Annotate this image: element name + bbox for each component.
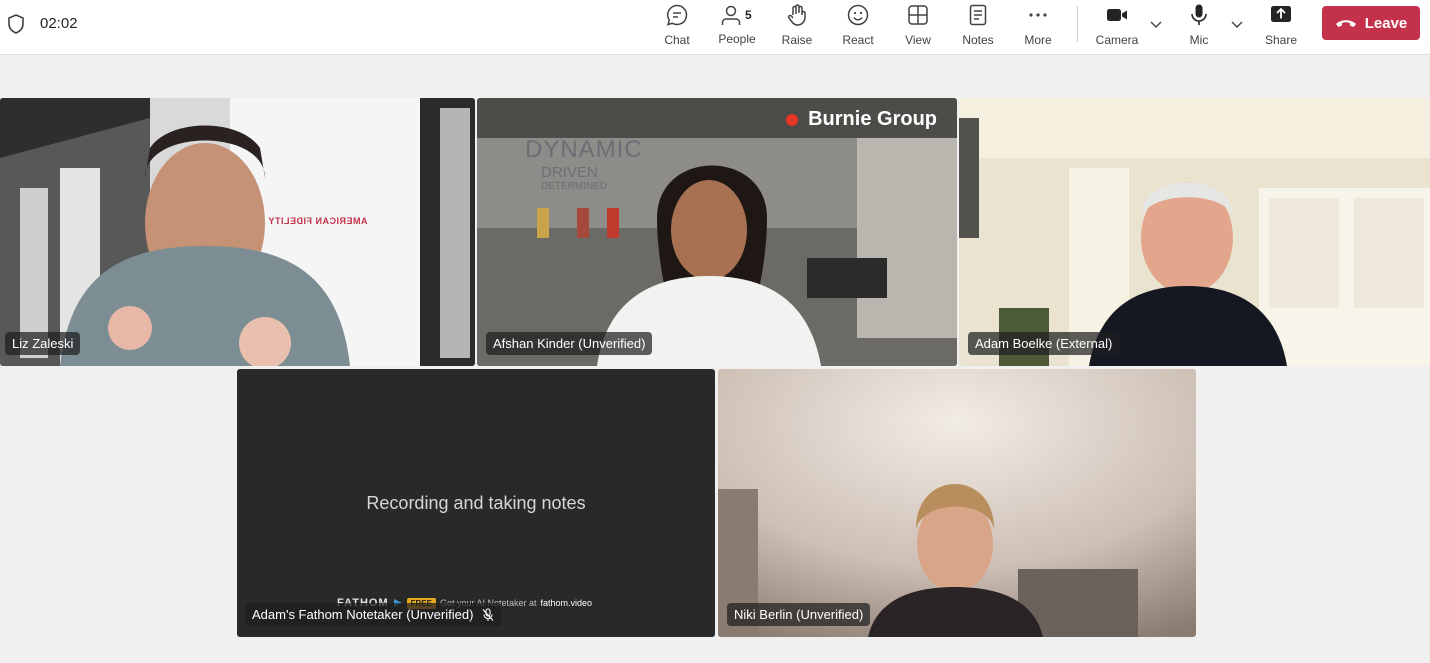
- view-label: View: [905, 33, 931, 47]
- participant-name: Afshan Kinder (Unverified): [493, 336, 646, 351]
- notes-icon: [969, 4, 987, 26]
- recording-dot-icon: [786, 113, 799, 126]
- chat-label: Chat: [664, 33, 690, 47]
- recording-status-text: Recording and taking notes: [366, 493, 586, 513]
- share-button[interactable]: Share: [1264, 2, 1298, 52]
- view-button[interactable]: View: [902, 2, 934, 52]
- company-badge-label: Burnie Group: [808, 108, 937, 130]
- participant-tile-liz-zaleski[interactable]: AMERICAN FIDELITY Liz Zaleski: [0, 98, 475, 366]
- fathom-site: fathom.video: [540, 598, 593, 608]
- participant-name-tag: Afshan Kinder (Unverified): [486, 332, 653, 355]
- participant-name: Liz Zaleski: [12, 336, 74, 351]
- react-button[interactable]: React: [840, 2, 876, 52]
- mic-button[interactable]: Mic: [1186, 2, 1212, 52]
- share-label: Share: [1264, 33, 1298, 47]
- participant-name-tag: Adam's Fathom Notetaker (Unverified): [245, 603, 503, 626]
- participant-name: Adam Boelke (External): [975, 336, 1113, 351]
- raise-label: Raise: [781, 33, 813, 47]
- microphone-icon: [1191, 4, 1207, 25]
- camera-label: Camera: [1095, 33, 1139, 47]
- raise-hand-button[interactable]: Raise: [780, 2, 814, 52]
- participant-name: Niki Berlin (Unverified): [734, 607, 864, 622]
- mic-label: Mic: [1189, 33, 1209, 47]
- people-count: 5: [745, 8, 752, 22]
- participant-tile-fathom-notetaker[interactable]: Recording and taking notes FATHOM FREE G…: [237, 369, 715, 637]
- hang-up-phone-icon: [1335, 20, 1356, 27]
- meeting-toolbar: 02:02 Chat 5 People Raise React View Not…: [0, 0, 1430, 55]
- office-background: [0, 98, 475, 366]
- leave-label: Leave: [1364, 14, 1408, 32]
- leave-button[interactable]: Leave: [1322, 6, 1420, 40]
- wall-slogan-line-1: DYNAMIC: [525, 136, 643, 163]
- chat-button[interactable]: Chat: [662, 2, 692, 52]
- home-background: [959, 98, 1430, 366]
- wall-logo-text: AMERICAN FIDELITY: [268, 216, 368, 226]
- chat-icon: [666, 4, 688, 26]
- camera-icon: [1107, 9, 1127, 21]
- toolbar-divider: [1077, 6, 1078, 42]
- grid-view-icon: [908, 5, 928, 25]
- participant-name-tag: Adam Boelke (External): [968, 332, 1120, 355]
- participant-tile-adam-boelke[interactable]: Adam Boelke (External): [959, 98, 1430, 366]
- wall-slogan-line-2: DRIVEN: [541, 164, 598, 181]
- shield-icon: [8, 14, 24, 34]
- more-dots-icon: [1029, 13, 1047, 17]
- participant-tile-niki-berlin[interactable]: Niki Berlin (Unverified): [718, 369, 1196, 637]
- react-label: React: [842, 33, 874, 47]
- camera-options-chevron-down-icon[interactable]: [1149, 17, 1163, 31]
- notes-label: Notes: [962, 33, 994, 47]
- mic-options-chevron-down-icon[interactable]: [1230, 17, 1244, 31]
- participant-name-tag: Niki Berlin (Unverified): [727, 603, 871, 626]
- smiley-icon: [847, 4, 869, 26]
- meeting-timer: 02:02: [40, 15, 78, 32]
- participant-tile-afshan-kinder[interactable]: DYNAMIC DRIVEN DETERMINED Burnie Group A…: [477, 98, 957, 366]
- more-label: More: [1024, 33, 1052, 47]
- wall-slogan: DYNAMIC DRIVEN DETERMINED: [525, 136, 643, 192]
- participant-name: Adam's Fathom Notetaker (Unverified): [252, 607, 474, 622]
- people-button[interactable]: 5 People: [717, 2, 757, 52]
- share-screen-icon: [1271, 6, 1291, 22]
- home-background: [718, 369, 1196, 637]
- people-label: People: [718, 32, 756, 46]
- hand-icon: [787, 4, 806, 26]
- wall-slogan-line-3: DETERMINED: [541, 181, 608, 192]
- participant-name-tag: Liz Zaleski: [5, 332, 81, 355]
- people-icon: [721, 5, 741, 25]
- notes-button[interactable]: Notes: [961, 2, 995, 52]
- company-badge: Burnie Group: [786, 108, 937, 131]
- camera-button[interactable]: Camera: [1094, 2, 1140, 52]
- mic-muted-icon: [482, 607, 494, 621]
- more-button[interactable]: More: [1021, 2, 1055, 52]
